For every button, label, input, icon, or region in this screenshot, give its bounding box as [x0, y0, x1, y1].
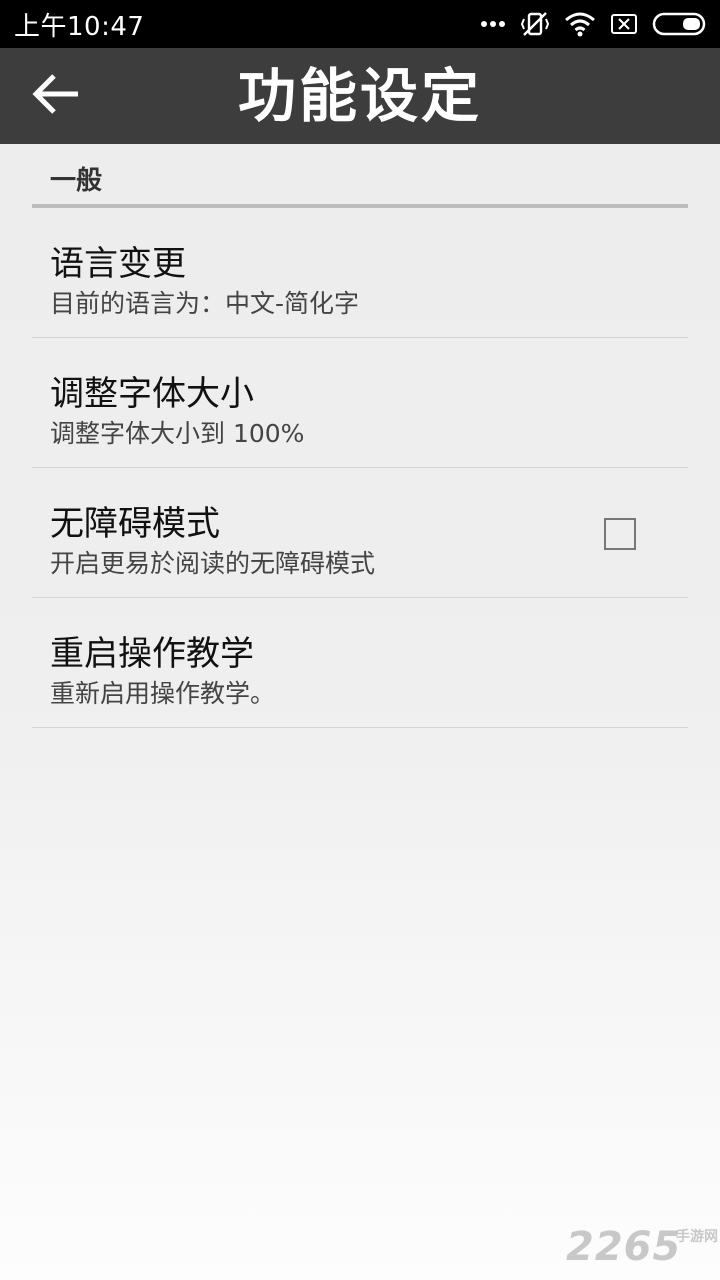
- setting-title: 语言变更: [50, 244, 186, 284]
- settings-list: 语言变更 目前的语言为：中文-简化字 调整字体大小 调整字体大小到 100% 无…: [32, 208, 688, 728]
- watermark-logo: 2265 手游网: [560, 1224, 720, 1270]
- status-time: 上午10:47: [14, 11, 145, 42]
- setting-subtitle: 目前的语言为：中文-简化字: [50, 289, 360, 318]
- watermark-number: 2265: [566, 1224, 682, 1270]
- setting-title: 重启操作教学: [50, 634, 254, 674]
- wifi-icon: [564, 11, 596, 37]
- section-header-general: 一般: [32, 144, 688, 208]
- status-bar: 上午10:47: [0, 0, 720, 48]
- section-title: 一般: [50, 166, 103, 196]
- watermark-label: 手游网: [676, 1229, 718, 1245]
- setting-subtitle: 调整字体大小到 100%: [50, 419, 305, 448]
- page-title: 功能设定: [237, 62, 482, 130]
- setting-subtitle: 重新启用操作教学。: [50, 679, 276, 708]
- app-bar: 功能设定: [0, 48, 720, 144]
- accessibility-checkbox[interactable]: [604, 518, 636, 550]
- setting-language[interactable]: 语言变更 目前的语言为：中文-简化字: [32, 208, 688, 338]
- setting-subtitle: 开启更易於阅读的无障碍模式: [50, 549, 376, 578]
- vibrate-off-icon: [520, 9, 550, 39]
- sim-x-icon: [610, 12, 638, 36]
- battery-icon: [652, 11, 706, 37]
- status-icons: [480, 9, 706, 39]
- setting-font-size[interactable]: 调整字体大小 调整字体大小到 100%: [32, 338, 688, 468]
- more-dots-icon: [480, 20, 506, 28]
- setting-title: 调整字体大小: [50, 374, 254, 414]
- setting-title: 无障碍模式: [50, 504, 220, 544]
- setting-accessibility[interactable]: 无障碍模式 开启更易於阅读的无障碍模式: [32, 468, 688, 598]
- setting-restart-tutorial[interactable]: 重启操作教学 重新启用操作教学。: [32, 598, 688, 728]
